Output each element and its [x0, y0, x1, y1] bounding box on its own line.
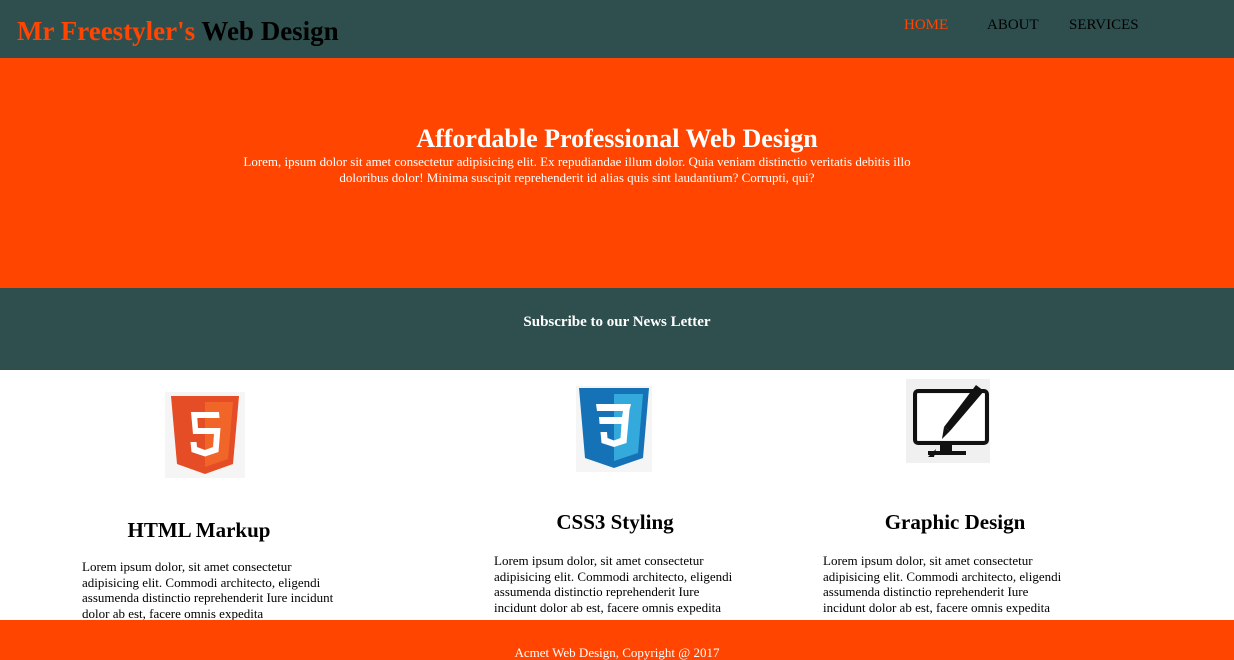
nav-about-link[interactable]: ABOUT — [987, 16, 1039, 34]
feature-text-css: Lorem ipsum dolor, sit amet consectetur … — [494, 553, 733, 615]
newsletter-title: Subscribe to our News Letter — [523, 314, 711, 330]
feature-title-html: HTML Markup — [127, 518, 271, 542]
nav-services-link[interactable]: SERVICES — [1069, 16, 1139, 34]
css3-icon — [576, 386, 652, 472]
hero-section: Affordable Professional Web Design Lorem… — [0, 58, 1234, 288]
newsletter-section: Subscribe to our News Letter — [0, 288, 1234, 370]
site-header: Mr Freestyler's Web Design HOME ABOUT SE… — [0, 0, 1234, 58]
page: Mr Freestyler's Web Design HOME ABOUT SE… — [0, 0, 1234, 660]
brand-logo[interactable]: Mr Freestyler's Web Design — [17, 14, 339, 48]
graphic-design-icon — [906, 379, 990, 463]
hero-text: Lorem, ipsum dolor sit amet consectetur … — [243, 154, 911, 185]
feature-title-graphic: Graphic Design — [884, 510, 1026, 534]
feature-text-graphic: Lorem ipsum dolor, sit amet consectetur … — [823, 553, 1062, 615]
feature-text-html: Lorem ipsum dolor, sit amet consectetur … — [82, 559, 334, 621]
feature-title-css: CSS3 Styling — [556, 510, 674, 534]
site-footer: Acmet Web Design, Copyright @ 2017 — [0, 620, 1234, 660]
brand-highlight: Mr Freestyler's — [17, 16, 196, 46]
html5-icon — [165, 392, 245, 478]
brand-rest: Web Design — [195, 16, 339, 46]
hero-title: Affordable Professional Web Design — [416, 124, 818, 153]
nav-home-link[interactable]: HOME — [904, 16, 948, 34]
footer-copyright: Acmet Web Design, Copyright @ 2017 — [514, 645, 720, 660]
